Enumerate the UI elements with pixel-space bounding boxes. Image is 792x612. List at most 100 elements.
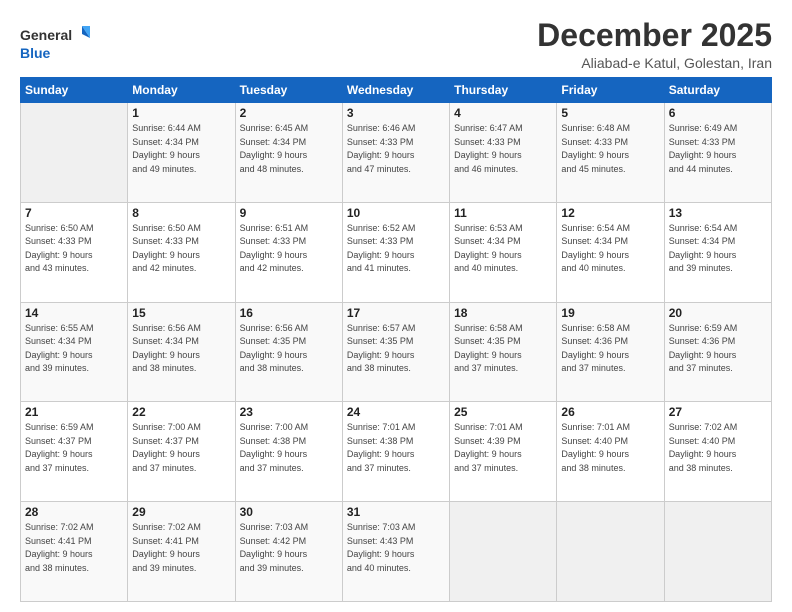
day-info: Sunrise: 7:00 AMSunset: 4:38 PMDaylight:… bbox=[240, 421, 338, 475]
calendar-cell: 26Sunrise: 7:01 AMSunset: 4:40 PMDayligh… bbox=[557, 402, 664, 502]
calendar-cell: 2 Sunrise: 6:45 AMSunset: 4:34 PMDaylight… bbox=[235, 103, 342, 203]
day-info: Sunrise: 6:44 AMSunset: 4:34 PMDaylight:… bbox=[132, 122, 230, 176]
column-header-friday: Friday bbox=[557, 78, 664, 103]
calendar-cell bbox=[664, 502, 771, 602]
column-header-sunday: Sunday bbox=[21, 78, 128, 103]
day-info: Sunrise: 6:50 AMSunset: 4:33 PMDaylight:… bbox=[25, 222, 123, 276]
calendar-cell: 21 Sunrise: 6:59 AMSunset: 4:37 PMDayligh… bbox=[21, 402, 128, 502]
day-number: 3 bbox=[347, 106, 445, 120]
day-info: Sunrise: 7:01 AMSunset: 4:39 PMDaylight:… bbox=[454, 421, 552, 475]
day-info: Sunrise: 6:46 AMSunset: 4:33 PMDaylight:… bbox=[347, 122, 445, 176]
day-info: Sunrise: 7:02 AMSunset: 4:40 PMDaylight:… bbox=[669, 421, 767, 475]
calendar-header-row: SundayMondayTuesdayWednesdayThursdayFrid… bbox=[21, 78, 772, 103]
calendar-cell: 23 Sunrise: 7:00 AMSunset: 4:38 PMDayligh… bbox=[235, 402, 342, 502]
calendar-cell: 31 Sunrise: 7:03 AMSunset: 4:43 PMDayligh… bbox=[342, 502, 449, 602]
month-title: December 2025 bbox=[537, 18, 772, 53]
day-number: 25 bbox=[454, 405, 552, 419]
day-info: Sunrise: 7:02 AMSunset: 4:41 PMDaylight:… bbox=[25, 521, 123, 575]
column-header-saturday: Saturday bbox=[664, 78, 771, 103]
day-number: 29 bbox=[132, 505, 230, 519]
column-header-monday: Monday bbox=[128, 78, 235, 103]
day-number: 12 bbox=[561, 206, 659, 220]
calendar-cell: 25 Sunrise: 7:01 AMSunset: 4:39 PMDayligh… bbox=[450, 402, 557, 502]
day-info: Sunrise: 7:03 AMSunset: 4:43 PMDaylight:… bbox=[347, 521, 445, 575]
calendar-week-5: 28 Sunrise: 7:02 AMSunset: 4:41 PMDayligh… bbox=[21, 502, 772, 602]
calendar-table: SundayMondayTuesdayWednesdayThursdayFrid… bbox=[20, 77, 772, 602]
day-number: 16 bbox=[240, 306, 338, 320]
day-info: Sunrise: 7:01 AMSunset: 4:38 PMDaylight:… bbox=[347, 421, 445, 475]
day-info: Sunrise: 6:55 AMSunset: 4:34 PMDaylight:… bbox=[25, 322, 123, 376]
day-number: 4 bbox=[454, 106, 552, 120]
day-info: Sunrise: 6:51 AMSunset: 4:33 PMDaylight:… bbox=[240, 222, 338, 276]
calendar-cell: 22 Sunrise: 7:00 AMSunset: 4:37 PMDayligh… bbox=[128, 402, 235, 502]
day-number: 5 bbox=[561, 106, 659, 120]
day-info: Sunrise: 6:50 AMSunset: 4:33 PMDaylight:… bbox=[132, 222, 230, 276]
column-header-wednesday: Wednesday bbox=[342, 78, 449, 103]
day-number: 9 bbox=[240, 206, 338, 220]
day-info: Sunrise: 7:03 AMSunset: 4:42 PMDaylight:… bbox=[240, 521, 338, 575]
day-number: 27 bbox=[669, 405, 767, 419]
calendar-cell: 27 Sunrise: 7:02 AMSunset: 4:40 PMDayligh… bbox=[664, 402, 771, 502]
calendar-cell: 1 Sunrise: 6:44 AMSunset: 4:34 PMDaylight… bbox=[128, 103, 235, 203]
day-number: 6 bbox=[669, 106, 767, 120]
calendar-cell: 18 Sunrise: 6:58 AMSunset: 4:35 PMDayligh… bbox=[450, 302, 557, 402]
logo-svg: General Blue bbox=[20, 22, 90, 66]
calendar-cell: 19Sunrise: 6:58 AMSunset: 4:36 PMDayligh… bbox=[557, 302, 664, 402]
page: General Blue December 2025 Aliabad-e Kat… bbox=[0, 0, 792, 612]
day-number: 1 bbox=[132, 106, 230, 120]
day-number: 11 bbox=[454, 206, 552, 220]
day-info: Sunrise: 7:01 AMSunset: 4:40 PMDaylight:… bbox=[561, 421, 659, 475]
calendar-cell bbox=[450, 502, 557, 602]
day-number: 15 bbox=[132, 306, 230, 320]
day-info: Sunrise: 6:45 AMSunset: 4:34 PMDaylight:… bbox=[240, 122, 338, 176]
day-number: 17 bbox=[347, 306, 445, 320]
svg-text:Blue: Blue bbox=[20, 45, 51, 61]
day-number: 31 bbox=[347, 505, 445, 519]
day-number: 23 bbox=[240, 405, 338, 419]
calendar-cell: 17 Sunrise: 6:57 AMSunset: 4:35 PMDayligh… bbox=[342, 302, 449, 402]
day-number: 18 bbox=[454, 306, 552, 320]
day-info: Sunrise: 7:00 AMSunset: 4:37 PMDaylight:… bbox=[132, 421, 230, 475]
day-number: 22 bbox=[132, 405, 230, 419]
day-number: 21 bbox=[25, 405, 123, 419]
calendar-cell: 6Sunrise: 6:49 AMSunset: 4:33 PMDaylight… bbox=[664, 103, 771, 203]
day-info: Sunrise: 6:53 AMSunset: 4:34 PMDaylight:… bbox=[454, 222, 552, 276]
calendar-cell: 3 Sunrise: 6:46 AMSunset: 4:33 PMDaylight… bbox=[342, 103, 449, 203]
day-number: 24 bbox=[347, 405, 445, 419]
day-number: 20 bbox=[669, 306, 767, 320]
day-number: 10 bbox=[347, 206, 445, 220]
calendar-cell: 12 Sunrise: 6:54 AMSunset: 4:34 PMDayligh… bbox=[557, 202, 664, 302]
day-info: Sunrise: 6:59 AMSunset: 4:37 PMDaylight:… bbox=[25, 421, 123, 475]
logo: General Blue bbox=[20, 22, 90, 66]
calendar-cell: 28 Sunrise: 7:02 AMSunset: 4:41 PMDayligh… bbox=[21, 502, 128, 602]
day-number: 8 bbox=[132, 206, 230, 220]
calendar-week-3: 14Sunrise: 6:55 AMSunset: 4:34 PMDayligh… bbox=[21, 302, 772, 402]
calendar-cell: 7Sunrise: 6:50 AMSunset: 4:33 PMDaylight… bbox=[21, 202, 128, 302]
calendar-cell: 16 Sunrise: 6:56 AMSunset: 4:35 PMDayligh… bbox=[235, 302, 342, 402]
day-info: Sunrise: 6:57 AMSunset: 4:35 PMDaylight:… bbox=[347, 322, 445, 376]
day-number: 2 bbox=[240, 106, 338, 120]
day-info: Sunrise: 6:58 AMSunset: 4:36 PMDaylight:… bbox=[561, 322, 659, 376]
calendar-cell bbox=[557, 502, 664, 602]
day-number: 30 bbox=[240, 505, 338, 519]
column-header-thursday: Thursday bbox=[450, 78, 557, 103]
day-number: 13 bbox=[669, 206, 767, 220]
header: General Blue December 2025 Aliabad-e Kat… bbox=[20, 18, 772, 71]
day-info: Sunrise: 6:52 AMSunset: 4:33 PMDaylight:… bbox=[347, 222, 445, 276]
calendar-week-4: 21 Sunrise: 6:59 AMSunset: 4:37 PMDayligh… bbox=[21, 402, 772, 502]
calendar-cell: 9 Sunrise: 6:51 AMSunset: 4:33 PMDaylight… bbox=[235, 202, 342, 302]
calendar-cell: 14Sunrise: 6:55 AMSunset: 4:34 PMDayligh… bbox=[21, 302, 128, 402]
calendar-cell: 20Sunrise: 6:59 AMSunset: 4:36 PMDayligh… bbox=[664, 302, 771, 402]
calendar-cell: 10 Sunrise: 6:52 AMSunset: 4:33 PMDayligh… bbox=[342, 202, 449, 302]
day-info: Sunrise: 6:58 AMSunset: 4:35 PMDaylight:… bbox=[454, 322, 552, 376]
calendar-cell: 4Sunrise: 6:47 AMSunset: 4:33 PMDaylight… bbox=[450, 103, 557, 203]
calendar-week-2: 7Sunrise: 6:50 AMSunset: 4:33 PMDaylight… bbox=[21, 202, 772, 302]
calendar-cell: 8 Sunrise: 6:50 AMSunset: 4:33 PMDaylight… bbox=[128, 202, 235, 302]
day-number: 28 bbox=[25, 505, 123, 519]
calendar-cell: 30 Sunrise: 7:03 AMSunset: 4:42 PMDayligh… bbox=[235, 502, 342, 602]
day-info: Sunrise: 6:54 AMSunset: 4:34 PMDaylight:… bbox=[561, 222, 659, 276]
column-header-tuesday: Tuesday bbox=[235, 78, 342, 103]
day-info: Sunrise: 6:54 AMSunset: 4:34 PMDaylight:… bbox=[669, 222, 767, 276]
day-info: Sunrise: 6:56 AMSunset: 4:35 PMDaylight:… bbox=[240, 322, 338, 376]
calendar-cell bbox=[21, 103, 128, 203]
